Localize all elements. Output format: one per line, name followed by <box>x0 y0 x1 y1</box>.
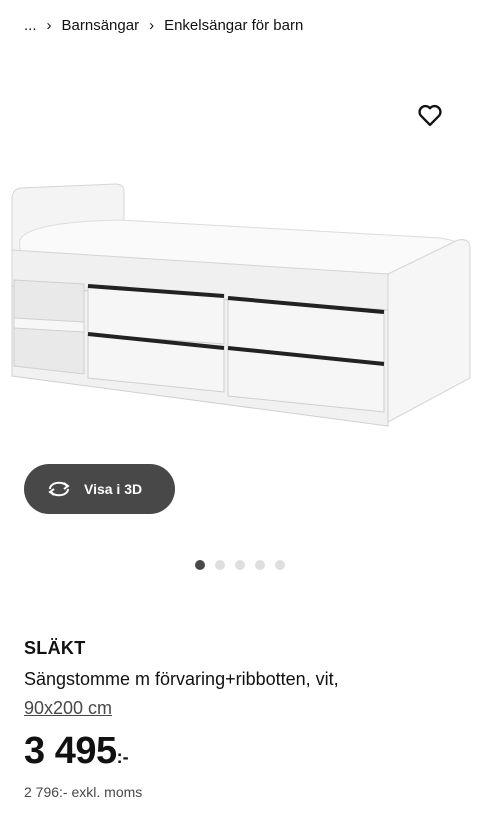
price-excl-vat: 2 796:- exkl. moms <box>24 784 143 800</box>
chevron-right-icon: › <box>46 16 52 34</box>
image-carousel-dots <box>195 560 295 570</box>
product-description: Sängstomme m förvaring+ribbotten, vit, <box>24 669 339 689</box>
product-brand: SLÄKT <box>24 638 86 658</box>
breadcrumb-item-enkelsangar[interactable]: Enkelsängar för barn <box>164 17 303 34</box>
carousel-dot-1[interactable] <box>195 560 205 570</box>
breadcrumb-ellipsis[interactable]: ... <box>24 17 37 34</box>
product-price: 3 495:- <box>24 730 129 773</box>
rotate-3d-icon <box>48 481 70 497</box>
product-size-link[interactable]: 90x200 cm <box>24 698 112 719</box>
carousel-dot-4[interactable] <box>255 560 265 570</box>
breadcrumb: ... › Barnsängar › Enkelsängar för barn <box>24 14 303 36</box>
price-currency: :- <box>116 747 129 767</box>
view-3d-button[interactable]: Visa i 3D <box>24 464 175 514</box>
view-3d-label: Visa i 3D <box>84 481 143 497</box>
chevron-right-icon: › <box>149 16 155 34</box>
carousel-dot-2[interactable] <box>215 560 225 570</box>
product-image[interactable] <box>0 150 480 460</box>
carousel-dot-5[interactable] <box>275 560 285 570</box>
price-value: 3 495 <box>24 730 117 772</box>
breadcrumb-item-barnsangar[interactable]: Barnsängar <box>62 17 140 34</box>
wishlist-button[interactable] <box>416 101 444 129</box>
carousel-dot-3[interactable] <box>235 560 245 570</box>
heart-icon <box>418 104 442 127</box>
